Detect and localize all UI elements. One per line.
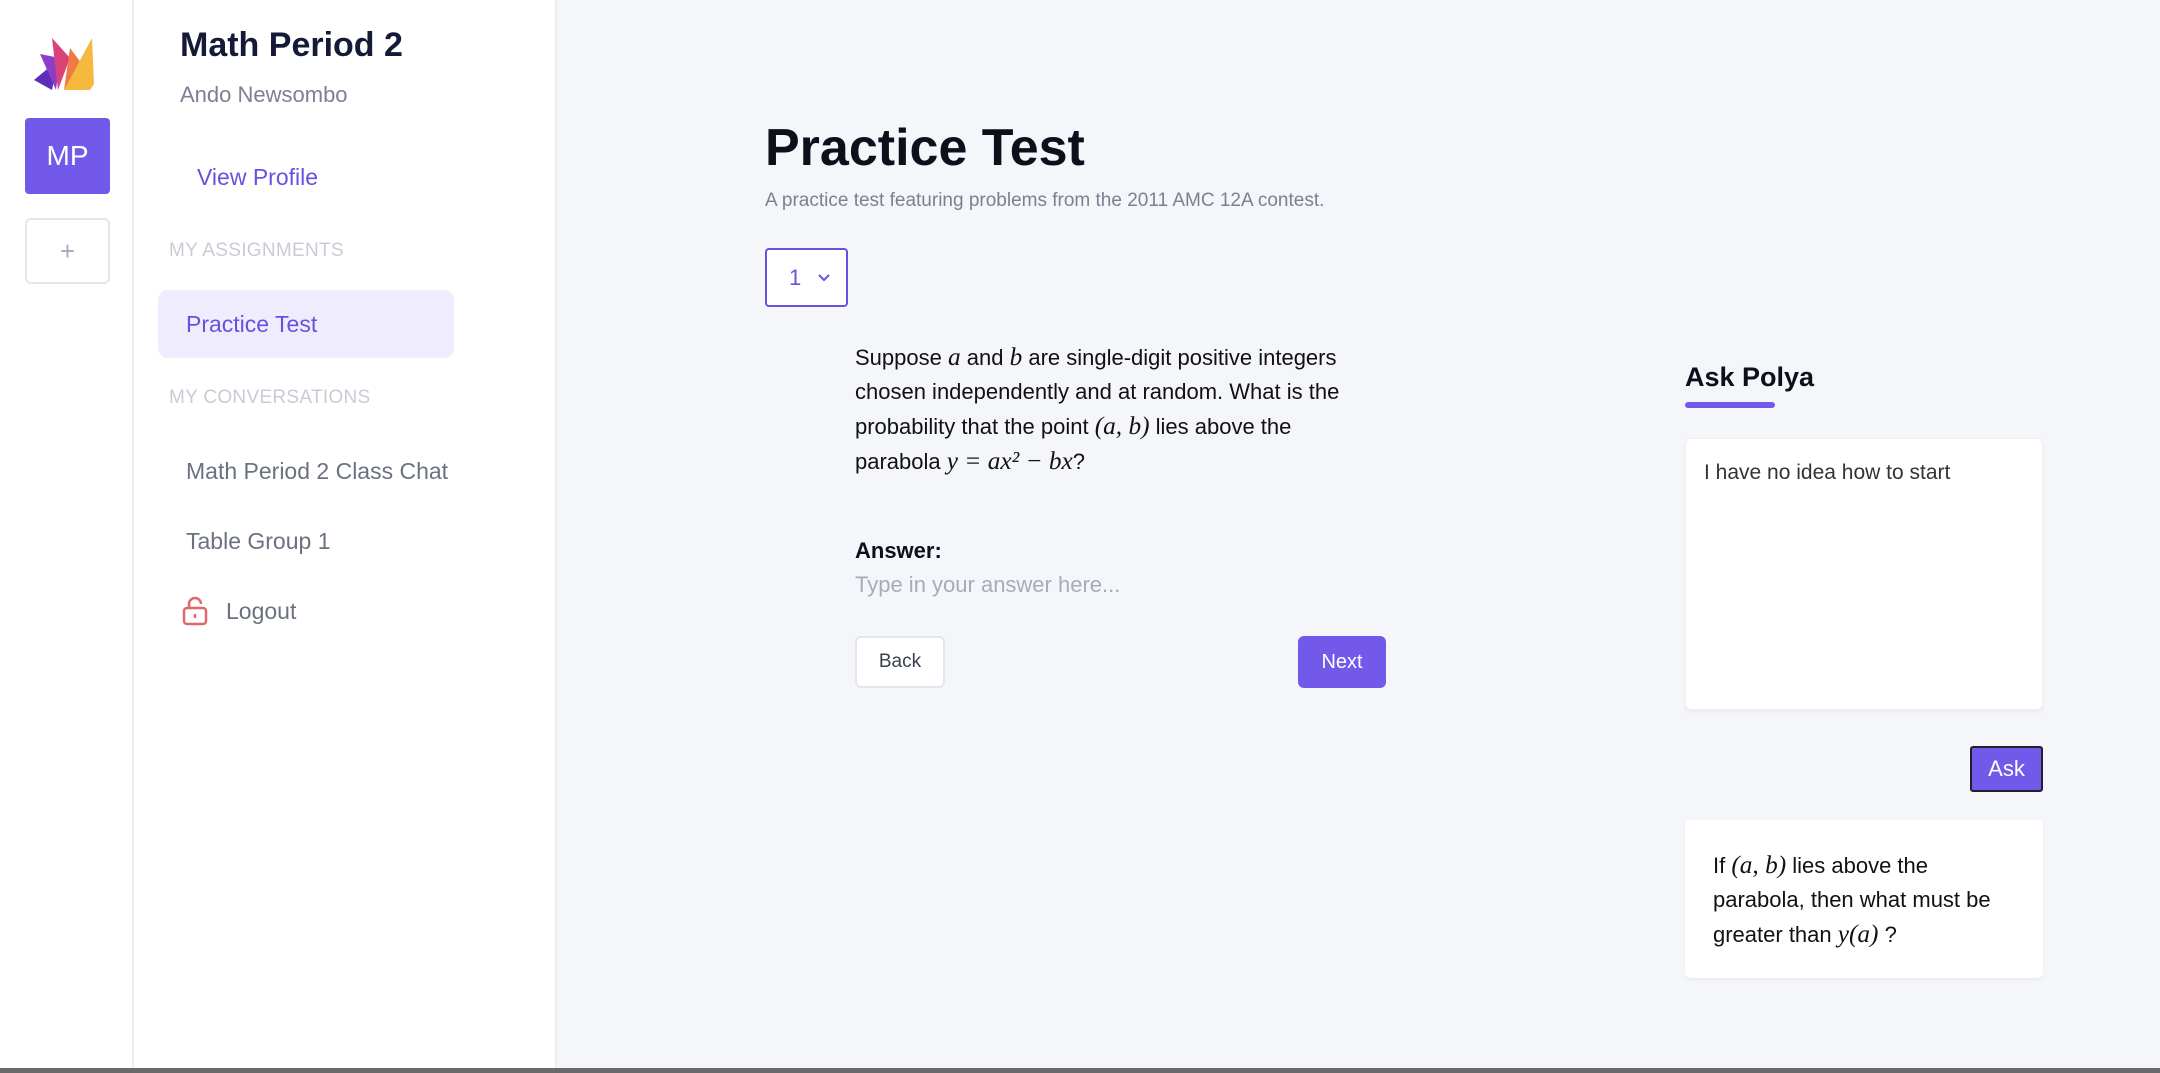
class-avatar-mp[interactable]: MP <box>25 118 110 194</box>
ask-button[interactable]: Ask <box>1970 746 2043 792</box>
math-expression: y(a) <box>1837 920 1879 948</box>
view-profile-link[interactable]: View Profile <box>197 164 318 191</box>
math-expression: (a, b) <box>1094 412 1150 440</box>
problem-text: and <box>960 345 1010 370</box>
conversations-section-label: MY CONVERSATIONS <box>169 387 371 408</box>
answer-label: Answer: <box>855 538 942 563</box>
sidebar-item-label: Practice Test <box>186 310 318 337</box>
math-expression: y = ax² − bx <box>946 447 1073 475</box>
problem-text: Suppose <box>855 345 948 370</box>
page-title: Practice Test <box>765 119 1085 177</box>
next-button[interactable]: Next <box>1298 636 1386 688</box>
page-subtitle: A practice test featuring problems from … <box>765 190 1325 211</box>
title-underline <box>1685 402 1775 408</box>
ask-polya-input[interactable]: I have no idea how to start <box>1685 438 2043 710</box>
response-text: If <box>1713 853 1732 878</box>
ask-polya-title: Ask Polya <box>1685 362 1815 392</box>
chevron-down-icon <box>818 273 830 281</box>
plus-icon: + <box>59 235 76 266</box>
problem-text: ? <box>1072 449 1086 474</box>
logout-label: Logout <box>226 597 297 624</box>
back-button[interactable]: Back <box>855 636 945 688</box>
unlock-icon <box>182 596 208 626</box>
sidebar-item-practice-test[interactable]: Practice Test <box>158 290 454 358</box>
polya-logo-icon[interactable] <box>30 34 96 92</box>
logout-button[interactable]: Logout <box>182 596 296 626</box>
class-title: Math Period 2 <box>180 26 403 64</box>
sidebar: Math Period 2 Ando Newsombo View Profile… <box>134 0 557 1073</box>
sidebar-item-class-chat[interactable]: Math Period 2 Class Chat <box>186 458 448 485</box>
response-text: ? <box>1878 922 1897 947</box>
window-bottom-edge <box>0 1068 2160 1073</box>
math-expression: (a, b) <box>1731 851 1787 879</box>
question-number-select[interactable]: 1 <box>765 248 848 307</box>
math-expression: a <box>947 343 961 371</box>
question-number-value: 1 <box>789 264 802 290</box>
answer-input[interactable] <box>855 568 1375 602</box>
sidebar-item-table-group[interactable]: Table Group 1 <box>186 528 330 555</box>
problem-statement: Suppose a and b are single-digit positiv… <box>855 340 1375 479</box>
teacher-name: Ando Newsombo <box>180 82 348 107</box>
main-content: Practice Test A practice test featuring … <box>557 0 2160 1073</box>
add-class-button[interactable]: + <box>25 218 110 284</box>
math-expression: b <box>1009 343 1023 371</box>
class-rail: MP + <box>0 0 134 1073</box>
polya-response: If (a, b) lies above the parabola, then … <box>1685 820 2043 978</box>
assignments-section-label: MY ASSIGNMENTS <box>169 240 344 261</box>
